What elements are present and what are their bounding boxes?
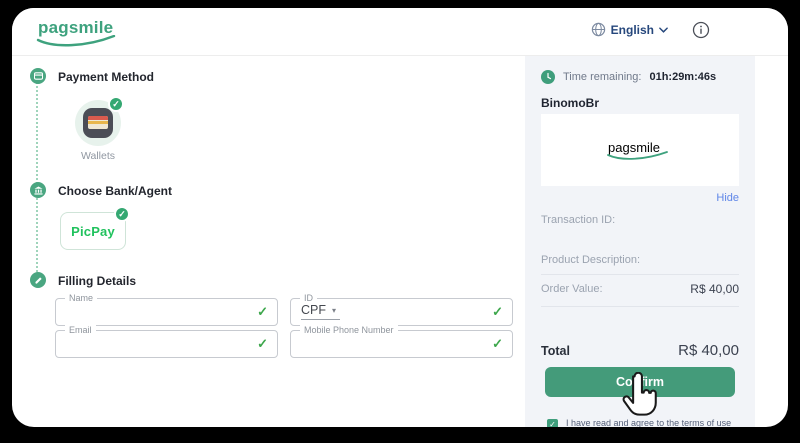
channel-pagsmile-logo: pagsmile <box>608 139 672 161</box>
id-type-value: CPF <box>301 303 326 317</box>
step3-indicator <box>30 272 46 288</box>
globe-icon <box>591 22 606 37</box>
transaction-id-label: Transaction ID: <box>541 214 615 226</box>
language-label: English <box>611 23 654 37</box>
clock-icon <box>541 70 555 84</box>
order-value: R$ 40,00 <box>690 282 739 296</box>
check-icon: ✓ <box>257 336 268 352</box>
order-value-row: Order Value: R$ 40,00 <box>541 282 739 296</box>
time-remaining-row: Time remaining: 01h:29m:46s <box>541 70 716 84</box>
info-icon[interactable] <box>692 21 710 39</box>
step1-indicator <box>30 68 46 84</box>
total-value: R$ 40,00 <box>678 342 739 359</box>
bank-icon <box>34 186 43 195</box>
pagsmile-logo: pagsmile <box>38 18 128 48</box>
language-selector[interactable]: English <box>591 22 668 37</box>
name-field[interactable]: Name ✓ <box>55 298 278 326</box>
hide-link[interactable]: Hide <box>716 192 739 204</box>
step2-indicator <box>30 182 46 198</box>
stepper-connector <box>36 78 38 280</box>
email-field[interactable]: Email ✓ <box>55 330 278 358</box>
pencil-icon <box>34 276 43 285</box>
checkbox-checked-icon[interactable]: ✓ <box>547 419 558 427</box>
card-icon <box>34 72 43 80</box>
product-description-label: Product Description: <box>541 254 640 266</box>
filling-details-title: Filling Details <box>58 274 136 288</box>
id-field[interactable]: ID CPF ▾ ✓ <box>290 298 513 326</box>
time-remaining-value: 01h:29m:46s <box>649 71 716 83</box>
check-badge-icon: ✓ <box>114 206 130 222</box>
check-icon: ✓ <box>492 304 503 320</box>
phone-input[interactable] <box>299 334 454 354</box>
total-row: Total R$ 40,00 <box>541 342 739 359</box>
email-input[interactable] <box>64 334 219 354</box>
check-badge-icon: ✓ <box>108 96 124 112</box>
channel-logo-box: pagsmile <box>541 114 739 186</box>
order-value-label: Order Value: <box>541 283 603 295</box>
name-input[interactable] <box>64 302 219 322</box>
payment-method-title: Payment Method <box>58 70 154 84</box>
choose-bank-title: Choose Bank/Agent <box>58 184 172 198</box>
wallet-icon <box>83 108 113 138</box>
phone-field[interactable]: Mobile Phone Number ✓ <box>290 330 513 358</box>
wallet-card-detail <box>88 116 108 129</box>
check-icon: ✓ <box>492 336 503 352</box>
header: pagsmile English <box>12 8 788 56</box>
chevron-down-icon <box>659 27 668 33</box>
divider <box>541 274 739 275</box>
picpay-logo: PicPay <box>71 224 115 239</box>
time-remaining-label: Time remaining: <box>563 71 641 83</box>
merchant-name: BinomoBr <box>541 96 599 110</box>
checkout-window: pagsmile English <box>12 8 788 427</box>
check-icon: ✓ <box>257 304 268 320</box>
wallets-label: Wallets <box>58 150 138 162</box>
id-type-select[interactable]: CPF ▾ <box>301 303 340 320</box>
caret-down-icon: ▾ <box>332 306 336 315</box>
logo-swoosh-icon <box>605 151 673 162</box>
id-field-label: ID <box>300 293 317 303</box>
total-label: Total <box>541 344 570 358</box>
logo-swoosh-icon <box>34 35 122 49</box>
divider <box>541 306 739 307</box>
hand-cursor-icon <box>618 372 660 422</box>
